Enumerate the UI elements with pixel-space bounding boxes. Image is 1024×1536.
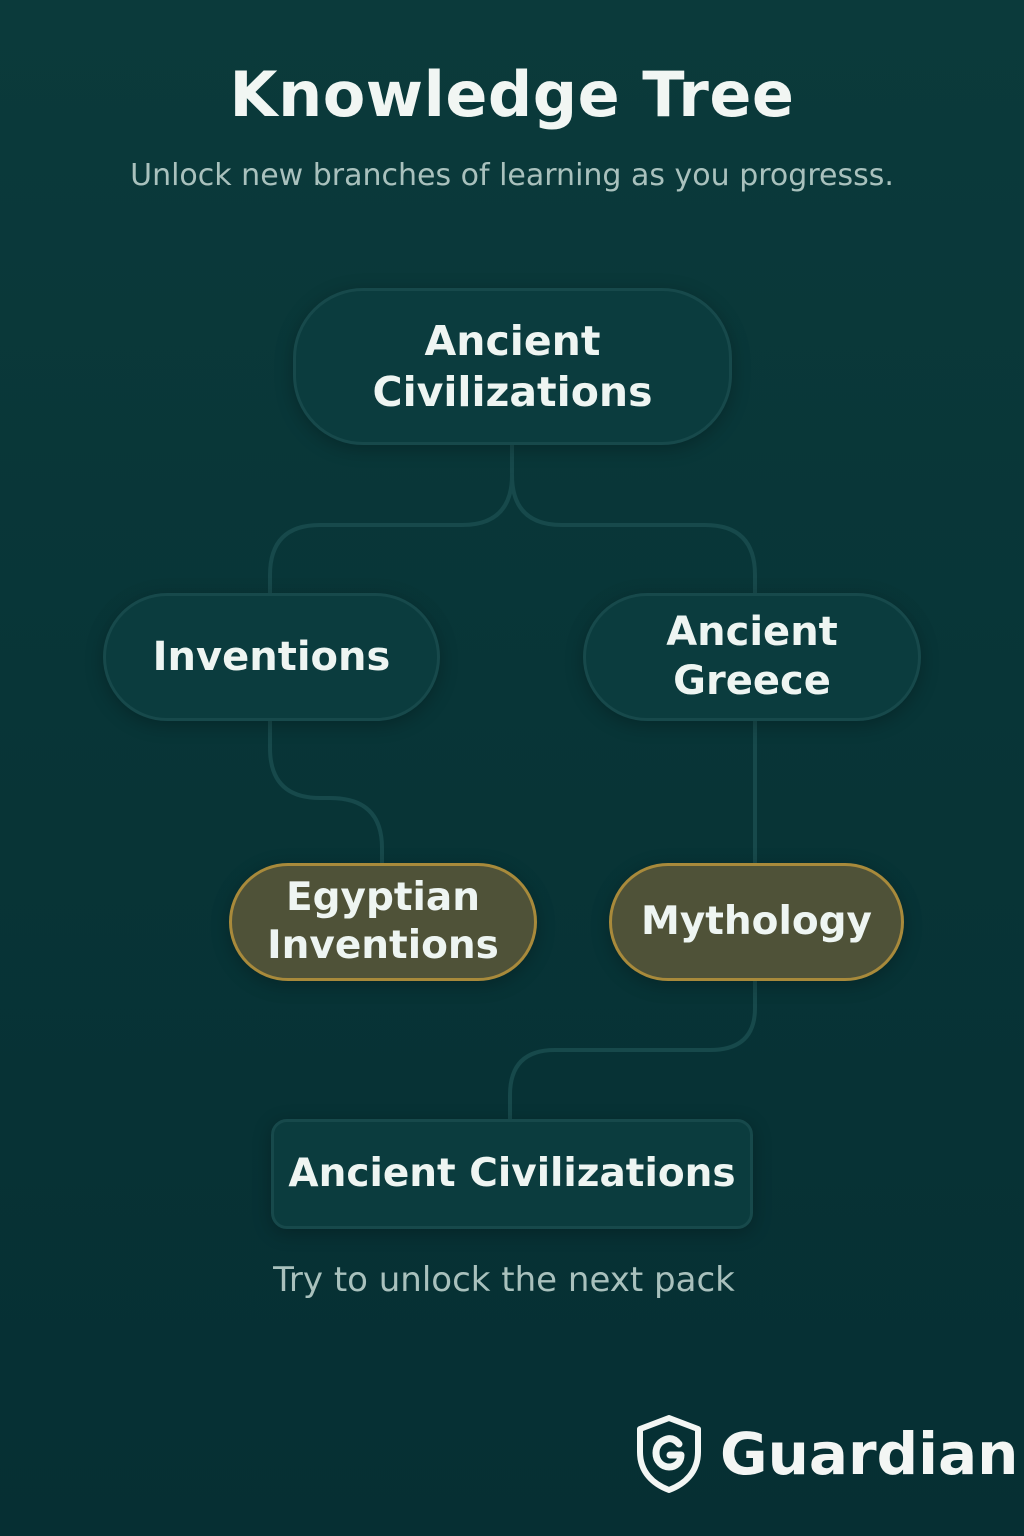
connector-root-inventions	[268, 443, 514, 597]
tree-connectors	[268, 443, 757, 1122]
shield-g-icon	[637, 1415, 701, 1493]
node-egyptian-inventions[interactable]: Egyptian Inventions	[229, 863, 537, 981]
connector-inventions-egyptian	[268, 718, 384, 867]
node-inventions[interactable]: Inventions	[103, 593, 440, 721]
connector-root-greece	[510, 473, 757, 597]
unlock-hint: Try to unlock the next pack	[273, 1260, 735, 1300]
node-mythology[interactable]: Mythology	[609, 863, 904, 981]
next-pack-button[interactable]: Ancient Civilizations	[271, 1119, 753, 1229]
brand-logo: Guardian	[634, 1412, 1018, 1496]
node-ancient-greece[interactable]: Ancient Greece	[583, 593, 921, 721]
node-ancient-civilizations-root[interactable]: Ancient Civilizations	[293, 288, 732, 445]
connector-mythology-pack	[508, 978, 757, 1122]
brand-name: Guardian	[720, 1420, 1019, 1488]
